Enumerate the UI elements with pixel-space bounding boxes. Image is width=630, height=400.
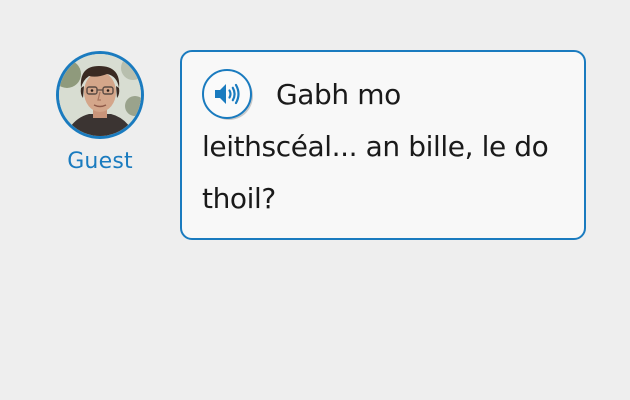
speaker-volume-icon: [215, 83, 240, 105]
avatar: [56, 51, 144, 139]
message-text: Gabh mo leithscéal... an bille, le do th…: [202, 78, 549, 215]
speaker-name: Guest: [67, 149, 133, 174]
conversation-panel: Guest Gabh mo leithscéal... an bille, le…: [0, 0, 630, 400]
speaker: Guest: [56, 51, 144, 174]
speech-bubble: Gabh mo leithscéal... an bille, le do th…: [180, 50, 586, 240]
play-audio-button-circle[interactable]: [202, 69, 252, 119]
avatar-photo: [59, 54, 141, 136]
play-audio-button[interactable]: [202, 69, 256, 120]
